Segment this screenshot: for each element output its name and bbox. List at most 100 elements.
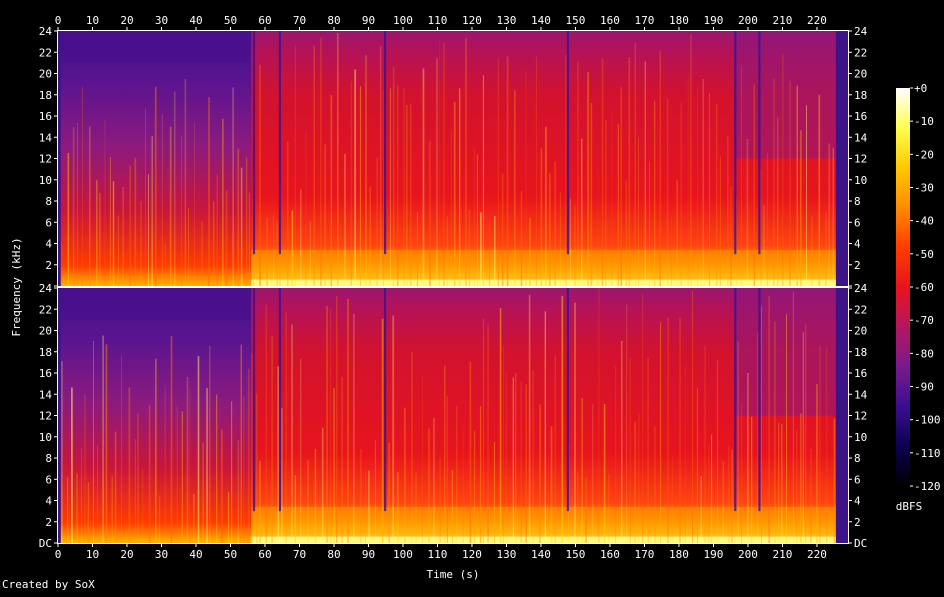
y-tick-label-right: 14: [854, 131, 868, 144]
transient-streak: [265, 304, 268, 543]
transient-streak: [482, 318, 485, 543]
transient-streak: [89, 126, 91, 286]
silence-gap: [734, 288, 737, 512]
transient-streak: [597, 166, 599, 286]
transient-streak: [676, 179, 678, 286]
transient-streak: [456, 406, 458, 543]
transient-streak: [670, 216, 672, 286]
transient-streak: [81, 448, 82, 543]
transient-streak: [690, 34, 692, 287]
transient-streak: [728, 445, 730, 543]
transient-streak: [392, 67, 395, 286]
silence-gap: [252, 31, 256, 255]
transient-streak: [487, 324, 489, 543]
x-tick-label-top: 220: [807, 14, 827, 27]
transient-streak: [532, 370, 534, 543]
x-tick-label-top: 200: [738, 14, 758, 27]
y-tick-label: 22: [39, 303, 52, 316]
y-tick-label-right: 10: [854, 174, 867, 187]
transient-streak: [314, 448, 317, 543]
transient-streak: [359, 86, 361, 286]
transient-streak: [816, 384, 818, 543]
x-tick-label: 90: [362, 548, 375, 561]
transient-streak: [271, 335, 273, 543]
transient-streak: [197, 356, 200, 543]
transient-streak: [72, 127, 75, 286]
transient-streak: [206, 388, 208, 543]
transient-streak: [397, 85, 399, 286]
transient-streak: [727, 136, 729, 286]
x-tick-label: 140: [531, 548, 551, 561]
transient-streak: [176, 406, 178, 543]
y-tick-label: 18: [39, 346, 52, 359]
transient-streak: [450, 130, 452, 286]
transient-streak: [142, 469, 144, 543]
silence-gap: [278, 31, 281, 255]
transient-streak: [549, 173, 551, 286]
transient-streak: [259, 64, 261, 287]
transient-streak: [305, 130, 307, 286]
transient-streak: [285, 312, 287, 543]
transient-streak: [181, 135, 182, 286]
transient-streak: [281, 407, 283, 543]
transient-streak: [87, 482, 90, 543]
transient-streak: [501, 173, 504, 286]
x-tick-label-top: 210: [773, 14, 793, 27]
transient-streak: [446, 216, 449, 286]
transient-streak: [439, 40, 441, 286]
transient-streak: [590, 102, 593, 287]
x-tick-label-top: 170: [635, 14, 655, 27]
y-tick-label-right: 4: [854, 495, 861, 508]
x-tick-label-top: 80: [327, 14, 340, 27]
x-tick-label-top: 40: [189, 14, 202, 27]
transient-streak: [796, 430, 798, 543]
x-tick-label: 210: [773, 548, 793, 561]
transient-streak: [539, 404, 541, 543]
transient-streak: [525, 70, 527, 286]
transient-streak: [294, 45, 296, 287]
transient-streak: [628, 57, 631, 287]
x-tick-label-top: 70: [293, 14, 306, 27]
transient-streak: [129, 165, 131, 286]
transient-streak: [403, 87, 405, 287]
transient-streak: [601, 58, 604, 286]
transient-streak: [550, 426, 553, 543]
transient-streak: [833, 418, 836, 543]
transient-streak: [155, 358, 157, 543]
transient-streak: [61, 243, 63, 286]
transient-streak: [697, 86, 698, 287]
transient-streak: [792, 291, 794, 543]
transient-streak: [659, 50, 661, 286]
transient-streak: [666, 98, 669, 286]
x-tick-label: 40: [189, 548, 202, 561]
x-tick-label: 10: [86, 548, 99, 561]
transient-streak: [313, 45, 315, 286]
transient-streak: [730, 187, 732, 286]
transient-streak: [800, 413, 802, 543]
transient-streak: [216, 174, 218, 286]
transient-streak: [337, 33, 339, 287]
y-tick-label-right: 4: [854, 238, 861, 251]
transient-streak: [439, 458, 441, 543]
transient-streak: [453, 101, 456, 287]
transient-streak: [506, 56, 509, 286]
x-tick-label-top: 30: [155, 14, 168, 27]
transient-streak: [84, 394, 86, 543]
transient-streak: [117, 215, 119, 286]
transient-streak: [193, 493, 195, 543]
y-tick-label-right: 24: [854, 282, 868, 295]
y-tick-label: 20: [39, 325, 52, 338]
y-tick-label: 4: [45, 238, 52, 251]
transient-streak: [161, 114, 163, 286]
colorbar-label: dBFS: [896, 500, 923, 513]
transient-streak: [259, 460, 261, 543]
transient-streak: [212, 201, 215, 286]
x-tick-label: 180: [669, 548, 689, 561]
colorbar-tick-label: -100: [914, 414, 941, 427]
transient-streak: [667, 317, 669, 543]
colorbar-tick-label: -10: [914, 115, 934, 128]
y-tick-label-right: 14: [854, 388, 868, 401]
transient-streak: [154, 86, 157, 286]
transient-streak: [818, 94, 821, 286]
transient-streak: [109, 157, 111, 286]
